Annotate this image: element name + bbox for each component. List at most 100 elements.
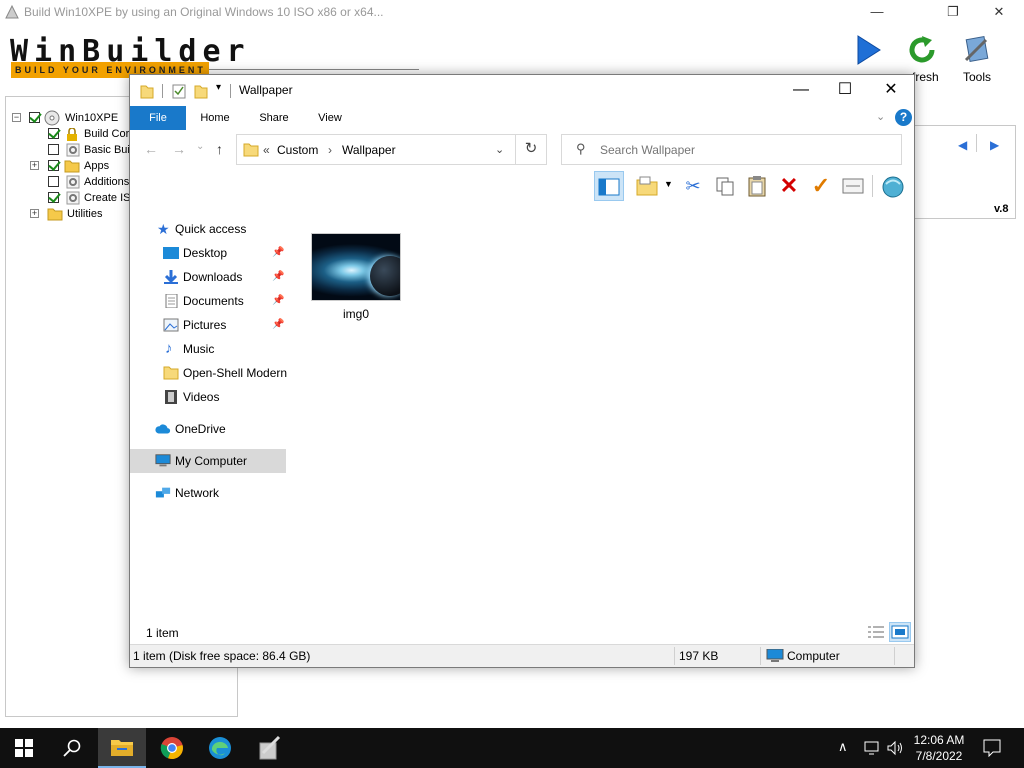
nav-label: Videos [183, 390, 220, 404]
cut-button[interactable]: ✂ [678, 171, 708, 201]
taskbar-edge[interactable] [196, 728, 244, 768]
next-arrow-icon[interactable]: ▶ [990, 138, 999, 152]
nav-downloads[interactable]: Downloads 📌 [130, 265, 286, 289]
nav-videos[interactable]: Videos [130, 385, 286, 409]
downloads-icon [164, 270, 178, 284]
nav-documents[interactable]: Documents 📌 [130, 289, 286, 313]
large-icons-view-button[interactable] [889, 622, 911, 642]
address-segment-custom[interactable]: Custom [277, 143, 318, 157]
rename-button[interactable]: ✓ [806, 171, 836, 201]
tab-file[interactable]: File [130, 106, 186, 130]
prev-arrow-icon[interactable]: ◀ [958, 138, 967, 152]
details-view-icon[interactable] [867, 625, 885, 639]
tools-button[interactable]: Tools [952, 34, 1002, 84]
address-segment-wallpaper[interactable]: Wallpaper [342, 143, 396, 157]
status-separator [760, 647, 761, 665]
tab-home[interactable]: Home [192, 106, 238, 130]
taskbar: ∧ 12:06 AM 7/8/2022 [0, 728, 1024, 768]
play-button[interactable] [843, 34, 893, 70]
navigation-pane: ★ Quick access Desktop 📌 Downloads 📌 Doc… [130, 215, 290, 615]
search-box[interactable]: ⚲ [561, 134, 902, 165]
paste-button[interactable] [742, 171, 772, 201]
music-icon: ♪ [165, 340, 173, 357]
tree-label: Build Core [84, 128, 136, 140]
image-thumbnail[interactable] [311, 233, 401, 301]
minimize-icon[interactable]: — [854, 0, 900, 24]
checkbox[interactable] [48, 160, 59, 171]
status-location: Computer [787, 649, 840, 663]
search-button[interactable] [48, 728, 96, 768]
maximize-icon[interactable]: ☐ [822, 75, 868, 105]
recent-locations-icon[interactable]: ⌄ [196, 141, 204, 152]
folder-icon [243, 143, 259, 157]
clock[interactable]: 12:06 AM 7/8/2022 [904, 732, 974, 764]
forward-icon[interactable]: → [172, 141, 186, 157]
toolbar-separator [872, 175, 873, 197]
nav-open-shell-modern[interactable]: Open-Shell Modern [130, 361, 288, 385]
nav-my-computer[interactable]: My Computer [130, 449, 286, 473]
file-name[interactable]: img0 [311, 307, 401, 321]
search-input[interactable] [600, 141, 890, 159]
chevron-right-icon[interactable]: › [328, 143, 332, 157]
nav-pictures[interactable]: Pictures 📌 [130, 313, 286, 337]
nav-onedrive[interactable]: OneDrive [130, 417, 286, 441]
volume-icon[interactable] [886, 740, 904, 756]
checkbox[interactable] [48, 176, 59, 187]
navigation-pane-button[interactable] [594, 171, 624, 201]
maximize-icon[interactable]: ❐ [930, 0, 976, 24]
up-icon[interactable]: ↑ [216, 141, 223, 157]
address-dropdown-icon[interactable]: ⌄ [495, 143, 504, 156]
winbuilder-titlebar: Build Win10XPE by using an Original Wind… [0, 0, 1024, 24]
explorer-window: ▾ Wallpaper — ☐ ✕ File Home Share View ⌄… [129, 74, 915, 668]
delete-button[interactable]: ✕ [774, 171, 804, 201]
copy-button[interactable] [710, 171, 740, 201]
properties-icon[interactable] [172, 83, 186, 99]
taskbar-winbuilder[interactable] [246, 728, 294, 768]
address-bar[interactable]: « Custom › Wallpaper ⌄ ↻ [236, 134, 547, 165]
close-icon[interactable]: ✕ [976, 0, 1022, 24]
new-folder-icon [636, 176, 658, 196]
refresh-icon[interactable]: ↻ [515, 134, 546, 165]
nav-desktop[interactable]: Desktop 📌 [130, 241, 286, 265]
nav-label: My Computer [175, 454, 248, 468]
notifications-icon[interactable] [983, 739, 1001, 757]
clock-date: 7/8/2022 [915, 749, 963, 763]
new-folder-button[interactable] [632, 171, 662, 201]
qat-dropdown-icon[interactable]: ▾ [216, 82, 221, 93]
file-list: img0 [305, 225, 905, 625]
expand-icon[interactable]: + [30, 161, 39, 170]
tab-share[interactable]: Share [250, 106, 298, 130]
properties-button[interactable] [838, 171, 868, 201]
help-icon[interactable]: ? [895, 109, 912, 126]
pin-icon: 📌 [272, 295, 285, 306]
ribbon-tabs: File Home Share View ⌄ ? [130, 106, 914, 130]
expand-icon[interactable]: + [30, 209, 39, 218]
folder-icon [140, 85, 154, 99]
shell-settings-button[interactable] [878, 171, 908, 201]
checkbox[interactable] [48, 192, 59, 203]
back-icon[interactable]: ← [144, 141, 158, 157]
close-icon[interactable]: ✕ [868, 75, 914, 105]
new-folder-icon[interactable] [194, 83, 208, 99]
network-icon[interactable] [863, 740, 881, 756]
computer-icon [766, 649, 784, 662]
tab-view[interactable]: View [308, 106, 352, 130]
play-icon [857, 35, 881, 65]
checkbox[interactable] [48, 144, 59, 155]
new-dropdown-icon[interactable]: ▼ [664, 179, 673, 189]
taskbar-file-explorer[interactable] [98, 728, 146, 768]
nav-music[interactable]: ♪ Music [130, 337, 286, 361]
ribbon-expand-icon[interactable]: ⌄ [876, 110, 885, 123]
clock-time: 12:06 AM [913, 733, 965, 747]
checkbox[interactable] [48, 128, 59, 139]
tree-label: Win10XPE [65, 112, 119, 124]
taskbar-chrome[interactable] [148, 728, 196, 768]
checkbox[interactable] [29, 112, 40, 123]
address-overflow[interactable]: « [263, 143, 270, 157]
collapse-icon[interactable]: − [12, 113, 21, 122]
show-hidden-icons[interactable]: ∧ [838, 739, 848, 755]
minimize-icon[interactable]: — [778, 75, 824, 105]
nav-network[interactable]: Network [130, 481, 286, 505]
start-button[interactable] [0, 728, 48, 768]
nav-quick-access[interactable]: ★ Quick access [130, 217, 286, 241]
